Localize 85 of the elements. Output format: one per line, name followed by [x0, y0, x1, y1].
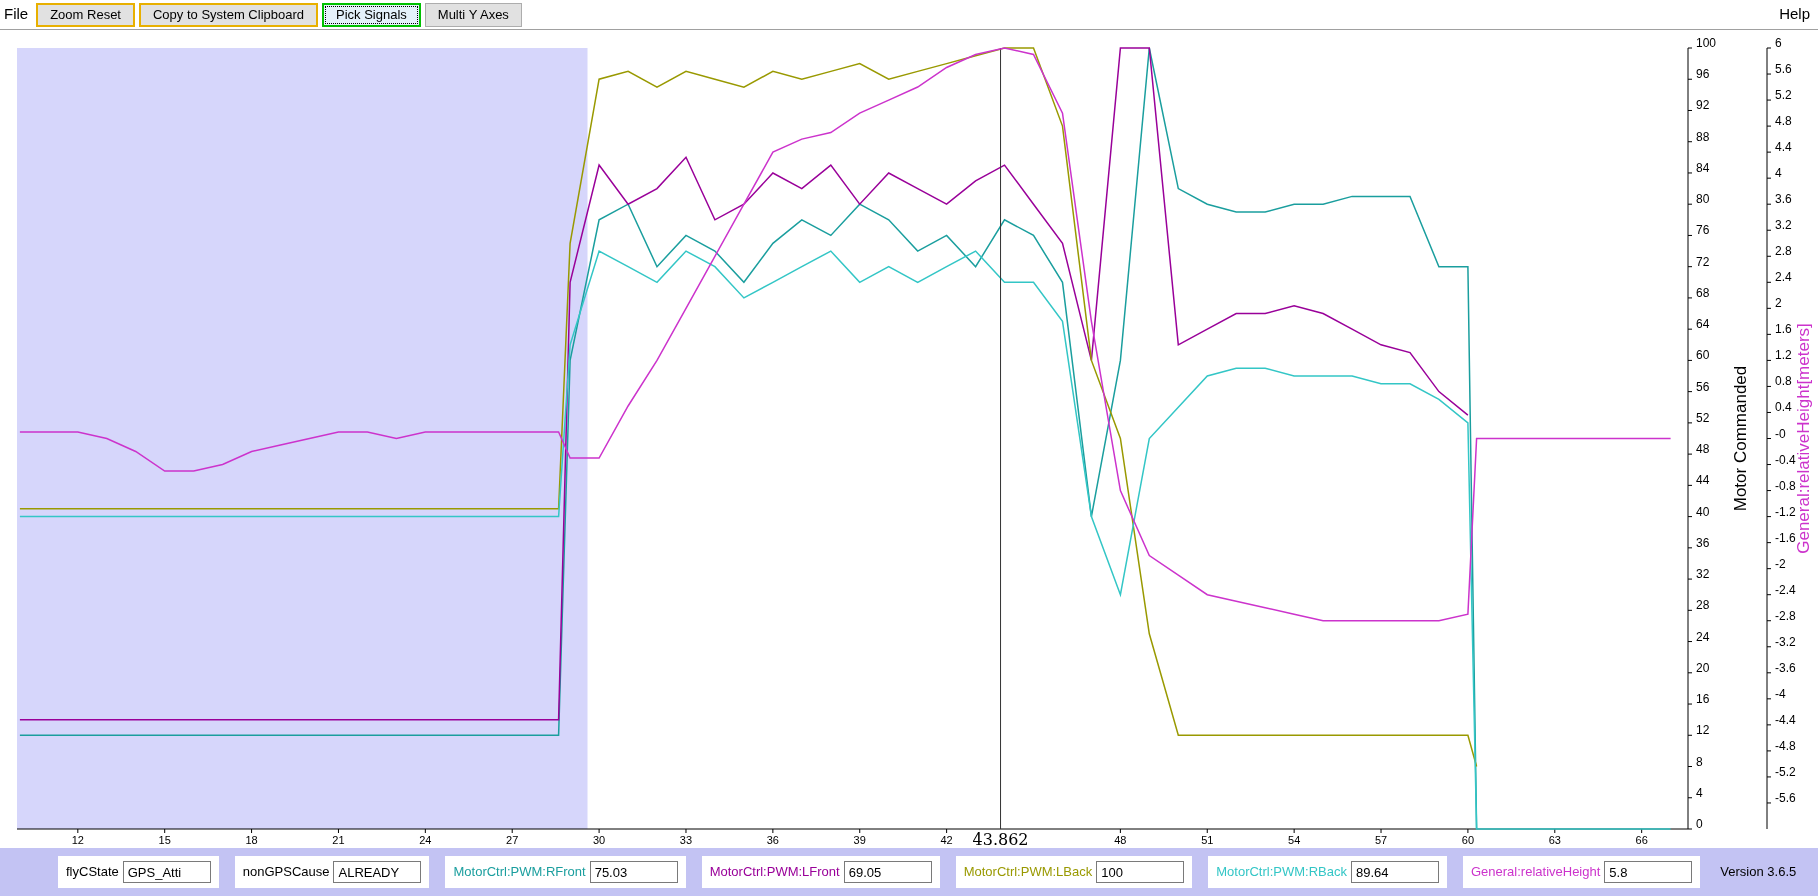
axis-tick-label: 0 — [1696, 817, 1703, 831]
axis-tick-label: -2.8 — [1775, 608, 1796, 623]
readout-label: MotorCtrl:PWM:LBack — [963, 863, 1093, 882]
readout-label: General:relativeHeight — [1471, 863, 1601, 882]
readout-label: MotorCtrl:PWM:RFront — [453, 863, 586, 882]
readout-label: MotorCtrl:PWM:LFront — [709, 863, 840, 882]
axis-tick-label: 21 — [332, 834, 345, 846]
axis-tick-label: 18 — [245, 834, 258, 846]
axis-tick-label: 4.8 — [1775, 114, 1792, 129]
axis-tick-label: 12 — [1696, 723, 1710, 738]
readout-label: nonGPSCause — [242, 863, 330, 882]
axis-tick-label: 16 — [1696, 692, 1710, 707]
axis-tick-label: 24 — [419, 834, 432, 846]
axis-tick-label: -4.8 — [1775, 738, 1796, 753]
axis-tick-label: -2.4 — [1775, 582, 1796, 597]
axis-tick-label: 1.2 — [1775, 348, 1792, 363]
axis-tick-label: 4 — [1775, 166, 1782, 181]
axis-tick-label: 52 — [1696, 410, 1710, 425]
axis-tick-label: 4 — [1696, 785, 1703, 800]
axis-tick-label: 64 — [1696, 317, 1710, 332]
axis-tick-label: 15 — [158, 834, 171, 846]
axis-tick-label: 0.4 — [1775, 400, 1792, 415]
axis-tick-label: 76 — [1696, 223, 1710, 238]
axis-tick-label: 2 — [1775, 296, 1782, 311]
axis-tick-label: 66 — [1635, 834, 1648, 846]
axis-tick-label: -1.6 — [1775, 530, 1796, 545]
axis-tick-label: -5.6 — [1775, 790, 1796, 805]
axis-title: General:relativeHeight[meters] — [1794, 323, 1813, 554]
axis-tick-label: 48 — [1114, 834, 1127, 846]
axis-tick-label: 39 — [853, 834, 866, 846]
axis-tick-label: -0.4 — [1775, 452, 1796, 467]
axis-tick-label: 36 — [766, 834, 779, 846]
axis-tick-label: 63 — [1548, 834, 1561, 846]
axis-tick-label: -5.2 — [1775, 764, 1796, 779]
axis-tick-label: 24 — [1696, 629, 1710, 644]
axis-tick-label: 2.4 — [1775, 270, 1792, 285]
axis-tick-label: -0.8 — [1775, 478, 1796, 493]
axis-tick-label: 54 — [1288, 834, 1301, 846]
axis-tick-label: 57 — [1374, 834, 1388, 846]
axis-tick-label: -2 — [1775, 556, 1786, 571]
axis-tick-label: 88 — [1696, 129, 1710, 144]
axis-tick-label: 1.6 — [1775, 322, 1792, 337]
axis-tick-label: 51 — [1201, 834, 1214, 846]
axis-tick-label: 100 — [1696, 36, 1717, 50]
axis-tick-label: 44 — [1696, 473, 1710, 488]
version-text: Version 3.6.5 — [1720, 863, 1797, 882]
readout-label: flyCState — [66, 863, 119, 882]
axis-tick-label: 40 — [1696, 504, 1710, 519]
axis-tick-label: 4.4 — [1775, 140, 1792, 155]
axis-tick-label: 30 — [592, 834, 606, 846]
axis-tick-label: 68 — [1696, 285, 1710, 300]
axis-tick-label: -4.4 — [1775, 712, 1796, 727]
axis-tick-label: 20 — [1696, 660, 1710, 675]
axis-tick-label: 84 — [1696, 160, 1710, 175]
axis-title: Motor Commanded — [1731, 365, 1750, 512]
axis-tick-label: -4 — [1775, 686, 1786, 701]
axis-tick-label: 2.8 — [1775, 244, 1792, 259]
axis-tick-label: 72 — [1696, 254, 1710, 269]
axis-tick-label: 80 — [1696, 192, 1710, 207]
axis-tick-label: 3.6 — [1775, 192, 1792, 207]
axis-tick-label: 32 — [1696, 567, 1710, 582]
axis-tick-label: -0 — [1775, 426, 1786, 441]
axis-tick-label: 6 — [1775, 36, 1782, 50]
cursor-value: 43.862 — [972, 830, 1029, 848]
axis-tick-label: 96 — [1696, 67, 1710, 82]
axis-tick-label: 28 — [1696, 598, 1710, 613]
axis-tick-label: 36 — [1696, 535, 1710, 550]
axis-tick-label: 60 — [1696, 348, 1710, 363]
axis-tick-label: 48 — [1696, 442, 1710, 457]
axis-tick-label: 0.8 — [1775, 374, 1792, 389]
axis-tick-label: -3.2 — [1775, 634, 1796, 649]
axis-tick-label: 92 — [1696, 98, 1710, 113]
axis-tick-label: 8 — [1696, 754, 1703, 769]
axis-tick-label: 27 — [506, 834, 519, 846]
axis-tick-label: 5.6 — [1775, 62, 1792, 77]
axis-tick-label: 12 — [71, 834, 84, 846]
readout-label: MotorCtrl:PWM:RBack — [1216, 863, 1347, 882]
axis-tick-label: 5.2 — [1775, 88, 1792, 103]
axis-tick-label: 42 — [940, 834, 953, 846]
axis-tick-label: -1.2 — [1775, 504, 1796, 519]
axis-tick-label: -3.6 — [1775, 660, 1796, 675]
axis-tick-label: 60 — [1461, 834, 1475, 846]
axis-tick-label: 56 — [1696, 379, 1710, 394]
axis-tick-label: 3.2 — [1775, 218, 1792, 233]
axis-tick-label: 33 — [679, 834, 693, 846]
